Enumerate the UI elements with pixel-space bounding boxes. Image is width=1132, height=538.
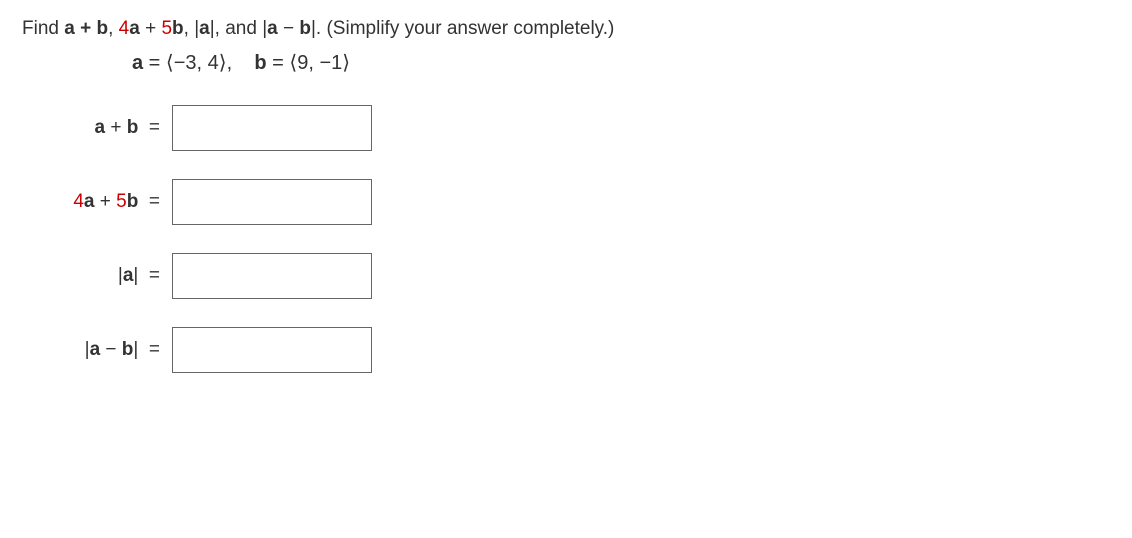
row-4a-plus-5b: 4a + 5b = bbox=[42, 179, 1110, 225]
q-part2-a: a bbox=[129, 18, 140, 39]
def-a-vals: −3, 4 bbox=[174, 52, 219, 74]
r3-a: a bbox=[123, 265, 134, 286]
r2-a: a bbox=[84, 191, 95, 212]
r4-minus: − bbox=[100, 339, 122, 360]
q-part2-5: 5 bbox=[161, 18, 172, 39]
answer-rows: a + b = 4a + 5b = |a| = |a − b| = bbox=[42, 105, 1110, 373]
r2-4: 4 bbox=[73, 191, 84, 212]
r4-b: b bbox=[122, 339, 134, 360]
input-4a-plus-5b[interactable] bbox=[172, 179, 372, 225]
r1-eq: = bbox=[138, 117, 160, 138]
row-abs-a-minus-b: |a − b| = bbox=[42, 327, 1110, 373]
def-b-label: b bbox=[254, 52, 266, 74]
row-a-plus-b: a + b = bbox=[42, 105, 1110, 151]
r2-eq: = bbox=[138, 191, 160, 212]
q-sep2: , bbox=[184, 18, 195, 39]
q-part4-a: a bbox=[267, 18, 278, 39]
q-part2-b: b bbox=[172, 18, 184, 39]
question-prefix: Find bbox=[22, 18, 64, 39]
def-a-eq: = bbox=[143, 52, 166, 74]
r2-plus: + bbox=[95, 191, 117, 212]
q-part4-b: b bbox=[299, 18, 311, 39]
r2-5: 5 bbox=[116, 191, 127, 212]
label-4a-plus-5b: 4a + 5b = bbox=[42, 191, 172, 213]
label-a-plus-b: a + b = bbox=[42, 117, 172, 139]
vector-definitions: a = ⟨−3, 4⟩, b = ⟨9, −1⟩ bbox=[132, 50, 1110, 75]
q-part3-a: a bbox=[199, 18, 210, 39]
input-a-plus-b[interactable] bbox=[172, 105, 372, 151]
q-part2-4: 4 bbox=[119, 18, 130, 39]
q-sep3: , and bbox=[215, 18, 263, 39]
r2-b: b bbox=[127, 191, 139, 212]
input-abs-a-minus-b[interactable] bbox=[172, 327, 372, 373]
def-b-vals: 9, −1 bbox=[297, 52, 342, 74]
q-sep1: , bbox=[108, 18, 119, 39]
def-gap: , bbox=[227, 52, 255, 74]
label-abs-a: |a| = bbox=[42, 265, 172, 287]
r4-a: a bbox=[90, 339, 101, 360]
q-part4-minus: − bbox=[278, 18, 300, 39]
q-part1: a + b bbox=[64, 18, 108, 39]
r4-eq: = bbox=[138, 339, 160, 360]
question-suffix: . (Simplify your answer completely.) bbox=[316, 18, 614, 39]
def-a-open: ⟨ bbox=[166, 52, 174, 74]
input-abs-a[interactable] bbox=[172, 253, 372, 299]
def-a-close: ⟩ bbox=[219, 52, 227, 74]
def-a-label: a bbox=[132, 52, 143, 74]
def-b-close: ⟩ bbox=[342, 52, 350, 74]
row-abs-a: |a| = bbox=[42, 253, 1110, 299]
label-abs-a-minus-b: |a − b| = bbox=[42, 339, 172, 361]
r1-a: a bbox=[95, 117, 106, 138]
r1-b: b bbox=[127, 117, 139, 138]
r3-eq: = bbox=[138, 265, 160, 286]
q-part2-plus: + bbox=[140, 18, 162, 39]
def-b-eq: = bbox=[267, 52, 290, 74]
r1-plus: + bbox=[105, 117, 127, 138]
question-text: Find a + b, 4a + 5b, |a|, and |a − b|. (… bbox=[22, 18, 1110, 40]
